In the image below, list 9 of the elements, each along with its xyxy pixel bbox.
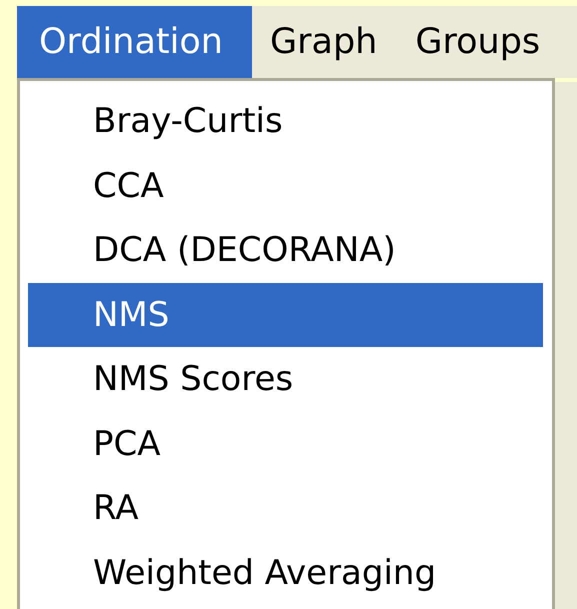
menu-option[interactable]: NMS Scores	[28, 347, 543, 412]
menu-option[interactable]: RA	[28, 476, 543, 540]
menu-option[interactable]: PCA	[28, 412, 543, 476]
menu-option[interactable]: NMS	[28, 282, 543, 347]
menu-option[interactable]: Weighted Averaging	[28, 540, 543, 605]
menu-option[interactable]: Bray-Curtis	[28, 89, 543, 154]
menu-option[interactable]: CCA	[28, 154, 543, 218]
menu-option[interactable]: DCA (DECORANA)	[28, 218, 543, 282]
menu-item[interactable]: Ordination	[17, 6, 252, 78]
